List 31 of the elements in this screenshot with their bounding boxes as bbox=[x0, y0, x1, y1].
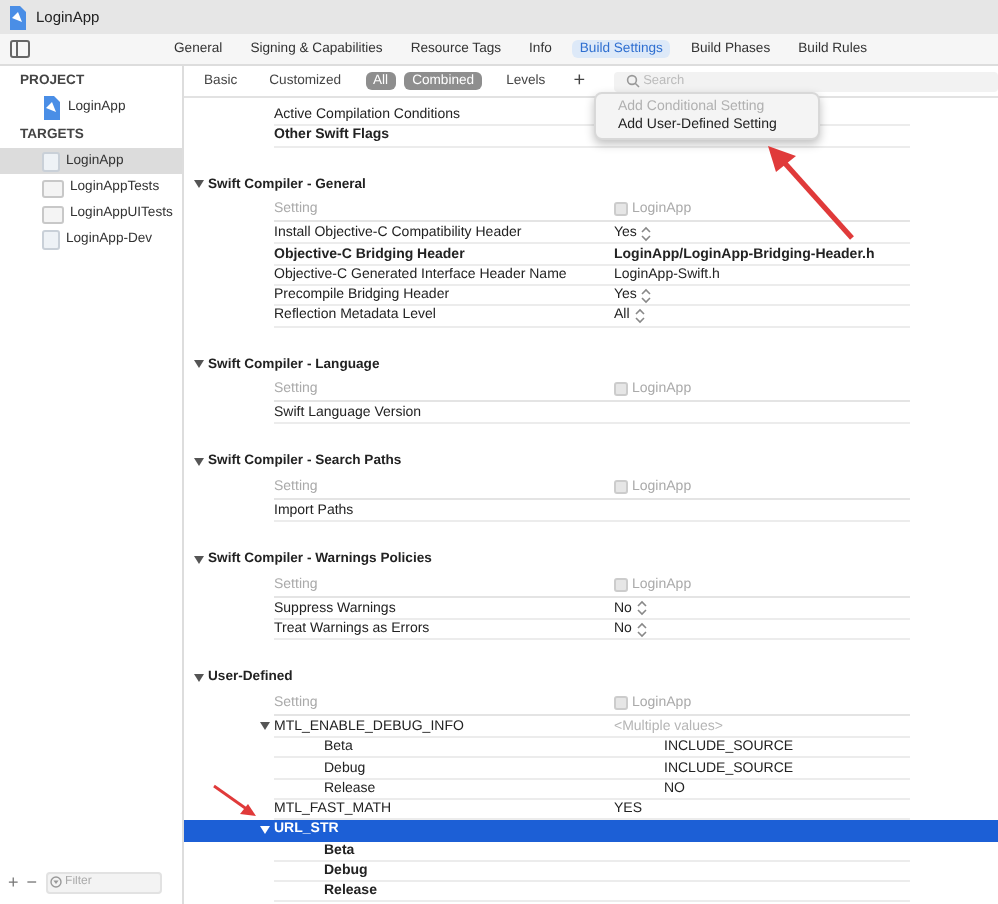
disclosure-triangle-icon[interactable] bbox=[194, 671, 204, 684]
stepper-icon bbox=[633, 307, 646, 324]
document-icon bbox=[42, 95, 62, 119]
annotation-arrow bbox=[213, 784, 256, 816]
app-target-icon bbox=[42, 151, 60, 171]
disclosure-triangle-icon[interactable] bbox=[194, 455, 204, 468]
disclosure-triangle-icon[interactable] bbox=[260, 823, 270, 836]
disclosure-triangle-icon[interactable] bbox=[260, 720, 270, 733]
target-icon bbox=[614, 479, 628, 494]
target-icon bbox=[614, 382, 628, 397]
stepper-icon bbox=[640, 287, 653, 304]
test-bundle-icon bbox=[42, 177, 64, 197]
add-button[interactable]: + bbox=[8, 872, 19, 892]
search-icon bbox=[625, 74, 640, 88]
target-icon bbox=[614, 202, 628, 217]
disclosure-triangle-icon[interactable] bbox=[194, 553, 204, 566]
disclosure-triangle-icon[interactable] bbox=[194, 178, 204, 191]
stepper-icon bbox=[635, 600, 648, 617]
add-button[interactable]: + bbox=[573, 71, 586, 91]
sidebar-toggle-icon[interactable] bbox=[10, 40, 30, 58]
document-icon bbox=[8, 5, 28, 29]
test-bundle-icon bbox=[42, 203, 64, 223]
stepper-icon bbox=[640, 225, 653, 242]
stepper-icon bbox=[635, 621, 648, 638]
app-target-icon bbox=[42, 229, 60, 249]
target-icon bbox=[614, 695, 628, 710]
annotation-arrow bbox=[768, 146, 854, 240]
disclosure-triangle-icon[interactable] bbox=[194, 358, 204, 371]
target-icon bbox=[614, 577, 628, 592]
filter-icon bbox=[49, 876, 62, 888]
remove-button[interactable]: − bbox=[26, 872, 38, 892]
